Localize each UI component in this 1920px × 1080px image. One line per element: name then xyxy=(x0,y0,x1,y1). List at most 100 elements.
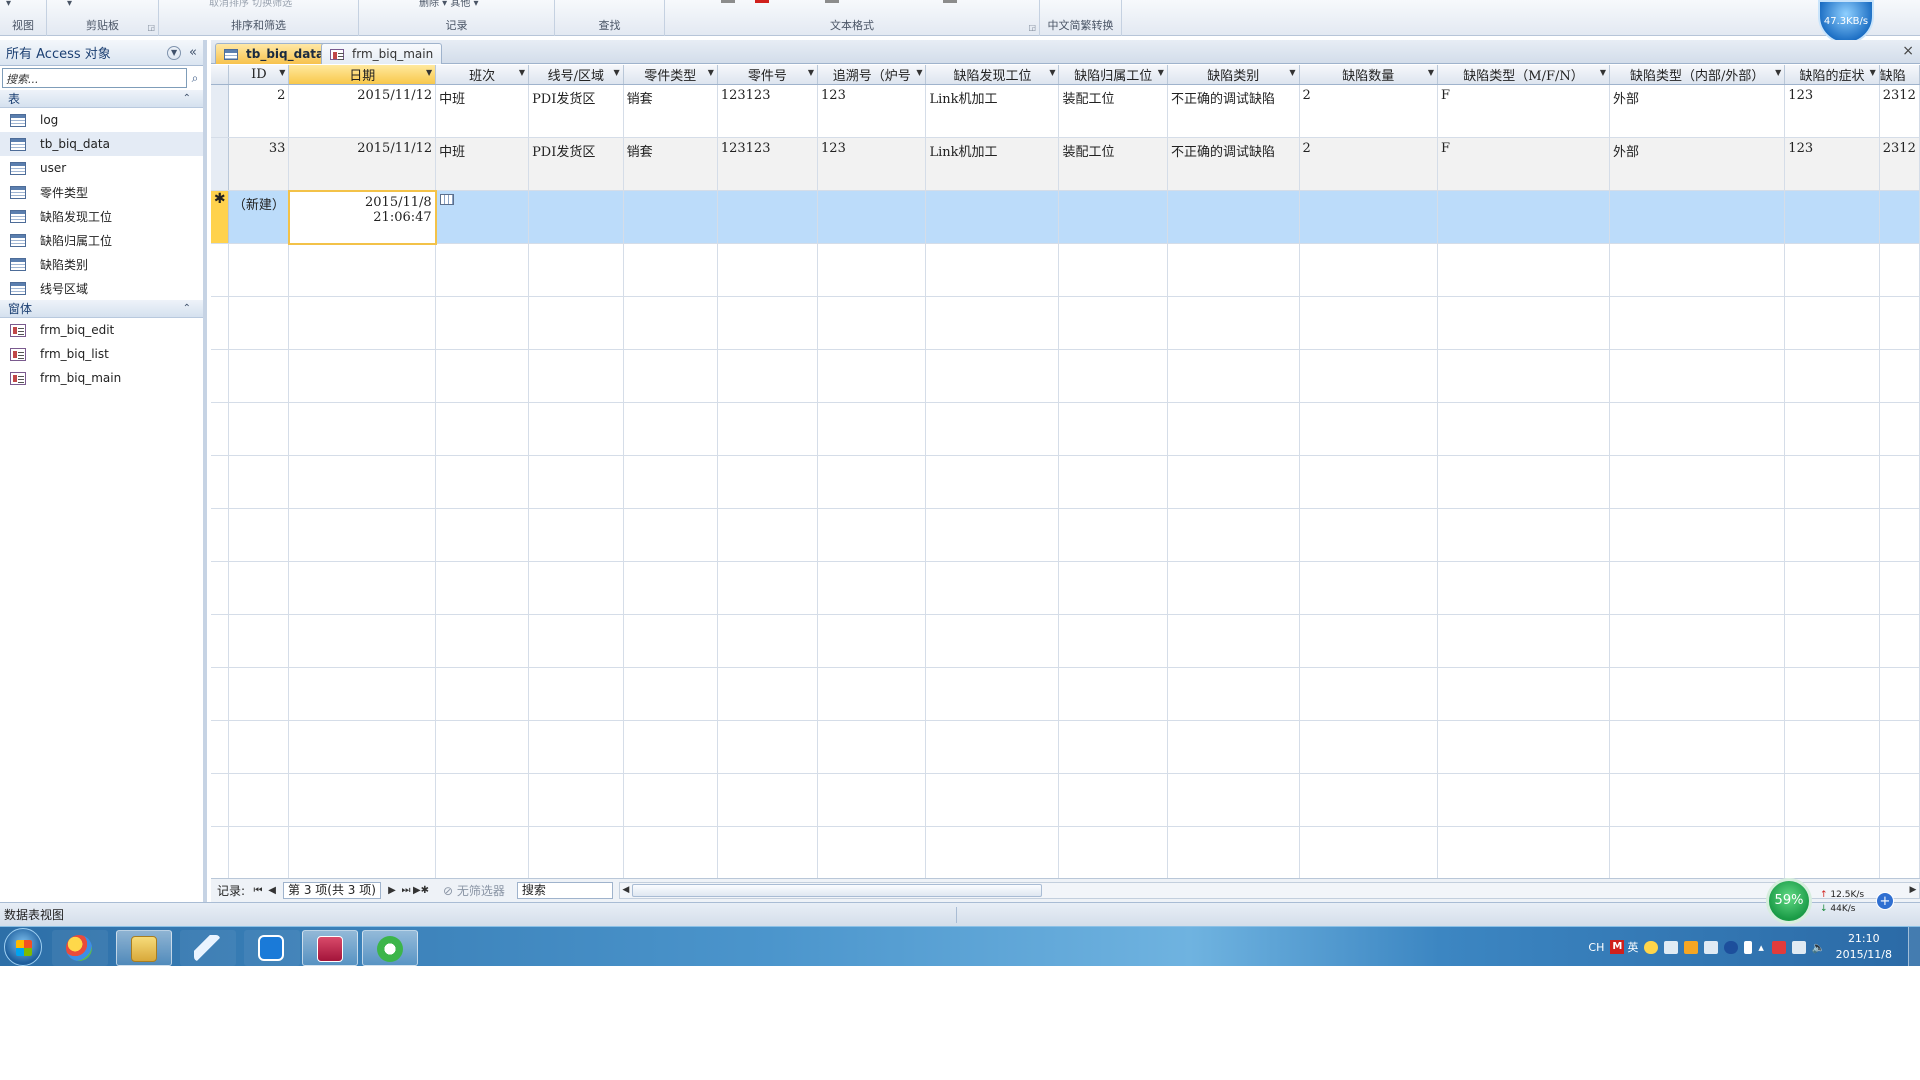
column-header[interactable]: 缺陷类型（内部/外部） ▼ xyxy=(1609,65,1786,85)
network-monitor[interactable]: 59% ↑ 12.5K/s ↓ 44K/s + xyxy=(1766,876,1920,926)
table-cell[interactable] xyxy=(817,190,927,244)
table-cell[interactable] xyxy=(1784,190,1880,244)
column-header[interactable]: ID ▼ xyxy=(228,65,290,85)
scroll-thumb[interactable] xyxy=(631,884,1042,897)
column-header[interactable]: 零件号 ▼ xyxy=(717,65,819,85)
table-cell[interactable]: F xyxy=(1437,84,1611,138)
nav-item-frm-biq-list[interactable]: frm_biq_list xyxy=(0,342,203,366)
column-header[interactable]: 追溯号（炉号 ▼ xyxy=(817,65,927,85)
table-cell[interactable]: 2312 xyxy=(1879,84,1920,138)
no-filter-button[interactable]: ⊘ 无筛选器 xyxy=(443,882,505,899)
table-cell[interactable]: 装配工位 xyxy=(1058,137,1168,191)
chevron-down-icon[interactable]: ▼ xyxy=(916,68,922,77)
column-header[interactable]: 日期 ▼ xyxy=(288,65,437,85)
taskbar-app-sogou[interactable] xyxy=(244,930,300,966)
table-cell[interactable] xyxy=(1167,190,1300,244)
nav-item-tb-biq-data[interactable]: tb_biq_data xyxy=(0,132,203,156)
dialog-launcher-icon[interactable]: ◲ xyxy=(1028,23,1036,32)
accelerate-plus-icon[interactable]: + xyxy=(1876,892,1894,910)
table-row[interactable]: 2 2015/11/12 中班 PDI发货区 销套 123123 123 Lin… xyxy=(211,84,1920,138)
fill-color-bar[interactable] xyxy=(943,0,957,3)
table-cell[interactable]: Link机加工 xyxy=(925,84,1060,138)
start-button[interactable] xyxy=(4,928,42,966)
highlight-color-bar[interactable] xyxy=(755,0,769,3)
table-cell[interactable]: 销套 xyxy=(623,84,718,138)
chevron-down-icon[interactable]: ▼ xyxy=(1428,68,1434,77)
calendar-icon[interactable] xyxy=(439,194,454,205)
display-icon[interactable] xyxy=(1791,940,1806,954)
memory-gauge[interactable]: 59% xyxy=(1766,878,1812,924)
gridline-bar[interactable] xyxy=(825,0,839,3)
new-record-marker[interactable]: ✱ xyxy=(211,190,230,244)
table-cell[interactable]: 33 xyxy=(228,137,290,191)
new-record-row[interactable]: ✱ （新建） 2015/11/8 21:06:47 xyxy=(211,189,1920,245)
collapse-section-icon[interactable]: ⌃ xyxy=(183,303,191,314)
table-cell[interactable]: 123 xyxy=(1784,84,1880,138)
column-header[interactable]: 缺陷数量 ▼ xyxy=(1299,65,1438,85)
row-selector[interactable] xyxy=(211,137,230,191)
nav-item-defect-found-station[interactable]: 缺陷发现工位 xyxy=(0,204,203,228)
table-cell[interactable]: 2015/11/12 xyxy=(288,137,437,191)
table-cell[interactable] xyxy=(528,190,624,244)
table-cell[interactable]: 中班 xyxy=(435,84,530,138)
nav-item-log[interactable]: log xyxy=(0,108,203,132)
nav-item-user[interactable]: user xyxy=(0,156,203,180)
first-record-icon[interactable]: ⏮ xyxy=(251,885,265,896)
records-commands[interactable]: 删除 ▾ 其他 ▾ xyxy=(419,0,548,10)
skin-icon[interactable] xyxy=(1684,940,1699,954)
column-header[interactable]: 缺陷归属工位 ▼ xyxy=(1058,65,1168,85)
table-cell[interactable]: 中班 xyxy=(435,137,530,191)
table-cell[interactable]: F xyxy=(1437,137,1611,191)
record-position-input[interactable]: 第 3 项(共 3 项) xyxy=(283,882,381,899)
table-cell[interactable]: Link机加工 xyxy=(925,137,1060,191)
taskbar-app-access[interactable] xyxy=(302,930,358,966)
table-cell[interactable]: PDI发货区 xyxy=(528,84,624,138)
ribbon-group-view[interactable]: ▾ 视图 xyxy=(0,0,47,36)
tab-frm-biq-main[interactable]: frm_biq_main xyxy=(321,43,443,64)
column-header[interactable]: 班次 ▼ xyxy=(435,65,530,85)
table-cell[interactable] xyxy=(435,190,530,244)
scroll-left-icon[interactable]: ◀ xyxy=(620,883,632,898)
row-selector[interactable] xyxy=(211,84,230,138)
column-header[interactable]: 缺陷类型（M/F/N） ▼ xyxy=(1437,65,1611,85)
nav-section-tables[interactable]: 表 ⌃ xyxy=(0,90,203,108)
table-cell[interactable]: 123 xyxy=(1784,137,1880,191)
table-cell[interactable]: 123123 xyxy=(717,84,819,138)
chevron-down-icon[interactable]: ▼ xyxy=(708,68,714,77)
nav-item-frm-biq-edit[interactable]: frm_biq_edit xyxy=(0,318,203,342)
chevron-down-icon[interactable]: ▼ xyxy=(808,68,814,77)
table-cell[interactable]: 2015/11/12 xyxy=(288,84,437,138)
table-cell[interactable]: 123 xyxy=(817,137,927,191)
table-cell[interactable]: 销套 xyxy=(623,137,718,191)
chevron-down-icon[interactable]: ▼ xyxy=(1158,68,1164,77)
moon-icon[interactable] xyxy=(1644,940,1659,954)
table-cell[interactable]: 外部 xyxy=(1609,84,1786,138)
taskbar-app-messenger[interactable] xyxy=(180,930,236,966)
chevron-up-icon[interactable]: ▴ xyxy=(1758,941,1764,954)
nav-section-forms[interactable]: 窗体 ⌃ xyxy=(0,300,203,318)
nav-item-defect-category[interactable]: 缺陷类别 xyxy=(0,252,203,276)
flag-icon[interactable] xyxy=(1771,940,1786,954)
new-record-icon[interactable]: ▶✱ xyxy=(413,885,429,896)
ime-m-icon[interactable]: M xyxy=(1610,940,1625,954)
table-cell[interactable] xyxy=(1058,190,1168,244)
table-cell[interactable] xyxy=(717,190,819,244)
table-cell[interactable] xyxy=(1299,190,1438,244)
last-record-icon[interactable]: ⏭ xyxy=(399,885,413,896)
nav-item-part-type[interactable]: 零件类型 xyxy=(0,180,203,204)
nav-pane-header[interactable]: 所有 Access 对象 ▼ « xyxy=(0,40,203,66)
record-search-input[interactable]: 搜索 xyxy=(516,882,613,899)
volume-icon[interactable]: 🔈 xyxy=(1812,941,1826,954)
select-all-corner[interactable] xyxy=(211,65,230,85)
table-cell[interactable]: 123 xyxy=(817,84,927,138)
sort-filter-commands[interactable]: 取消排序 切换筛选 xyxy=(209,0,352,10)
table-cell[interactable] xyxy=(623,190,718,244)
table-cell[interactable] xyxy=(1437,190,1611,244)
help-icon[interactable] xyxy=(1724,940,1739,954)
chevron-down-icon[interactable]: ▼ xyxy=(426,68,432,77)
font-color-bar[interactable] xyxy=(721,0,735,3)
close-icon[interactable]: × xyxy=(1902,43,1914,59)
table-cell[interactable] xyxy=(1879,190,1920,244)
table-cell[interactable]: 2312 xyxy=(1879,137,1920,191)
language-indicator[interactable]: CH xyxy=(1588,941,1604,954)
